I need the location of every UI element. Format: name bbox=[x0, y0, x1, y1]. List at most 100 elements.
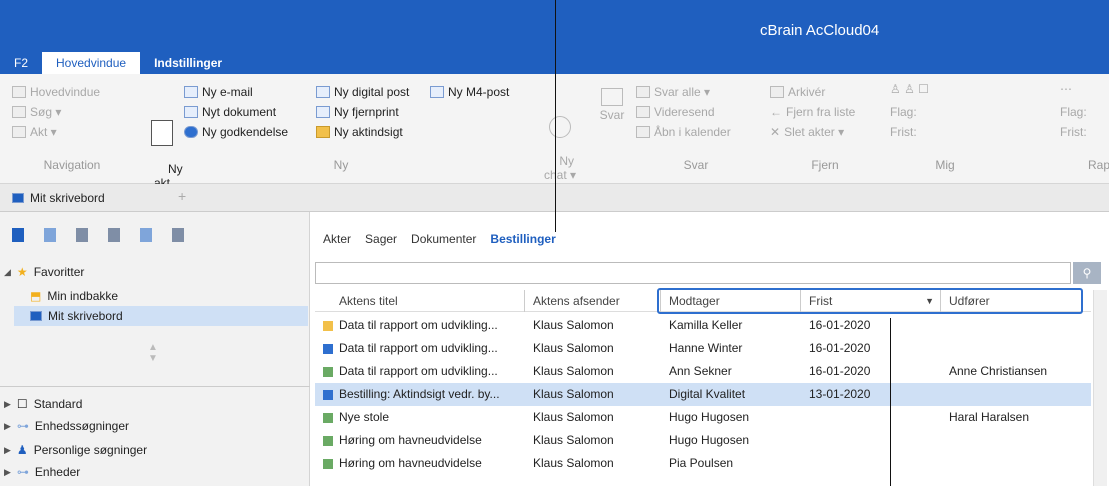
cell-performer: Anne Christiansen bbox=[941, 360, 1071, 383]
new-digital-post-button[interactable]: Ny digital post bbox=[316, 82, 409, 102]
tree-standard[interactable]: ▶ ☐ Standard bbox=[4, 394, 82, 414]
splitter-arrows-icon[interactable]: ▲ ▼ bbox=[148, 342, 158, 364]
copy-icon[interactable] bbox=[108, 228, 120, 242]
hovedvindue-button[interactable]: Hovedvindue bbox=[12, 82, 132, 102]
archive-icon bbox=[770, 86, 784, 98]
inbox-icon: ⬒ bbox=[30, 289, 42, 303]
delete-acts-button[interactable]: ✕ Slet akter ▾ bbox=[770, 122, 880, 142]
tree-min-indbakke[interactable]: ⬒ Min indbakke bbox=[30, 286, 118, 306]
forward-icon bbox=[636, 106, 650, 118]
reply-button[interactable]: Svar bbox=[598, 88, 626, 122]
tree-personal-searches[interactable]: ▶ ♟ Personlige søgninger bbox=[4, 440, 147, 460]
cell-text: Klaus Salomon bbox=[533, 387, 614, 401]
table-row[interactable]: Høring om havneudvidelse Klaus Salomon Hug… bbox=[315, 429, 1091, 452]
new-approval-button[interactable]: Ny godkendelse bbox=[184, 122, 288, 142]
archive-button[interactable]: Arkivér bbox=[770, 82, 880, 102]
tab-indstillinger[interactable]: Indstillinger bbox=[140, 52, 236, 74]
users-icon[interactable] bbox=[140, 228, 152, 242]
ribbon-group-ny: Ny akt Ny e-mail Nyt dokument Ny godkend… bbox=[146, 82, 536, 190]
new-email-button[interactable]: Ny e-mail bbox=[184, 82, 288, 102]
tab-hovedvindue[interactable]: Hovedvindue bbox=[42, 52, 141, 74]
hierarchy-icon[interactable] bbox=[44, 228, 56, 242]
content-tabs: Akter Sager Dokumenter Bestillinger bbox=[323, 232, 556, 246]
group-label: Rap bbox=[1088, 158, 1109, 172]
search-icon[interactable]: ⚲ bbox=[1073, 262, 1101, 284]
cell-text: Data til rapport om udvikling... bbox=[339, 364, 498, 378]
add-tab-button[interactable]: + bbox=[178, 188, 186, 204]
search-input[interactable] bbox=[315, 262, 1071, 284]
ribbon-group-svar: Svar Svar alle ▾ Videresend Åbn i kalend… bbox=[596, 82, 756, 182]
window-title: cBrain AcCloud04 bbox=[760, 22, 880, 39]
cell-title: Data til rapport om udvikling... bbox=[315, 337, 525, 360]
splitter[interactable] bbox=[0, 386, 310, 387]
search-button[interactable]: Søg ▾ bbox=[12, 102, 132, 122]
cell-text: Hugo Hugosen bbox=[669, 410, 750, 424]
cell-text: Digital Kvalitet bbox=[669, 387, 746, 401]
forward-button[interactable]: Videresend bbox=[636, 102, 731, 122]
chat-icon bbox=[549, 116, 571, 138]
document-icon bbox=[323, 320, 333, 331]
remove-from-list-button[interactable]: ← Fjern fra liste bbox=[770, 102, 880, 122]
akt-button[interactable]: Akt ▾ bbox=[12, 122, 132, 142]
due-field[interactable]: Frist: bbox=[890, 122, 1000, 142]
cell-text: Hugo Hugosen bbox=[669, 433, 750, 447]
vertical-scrollbar[interactable] bbox=[1093, 290, 1107, 486]
table-row[interactable]: Nye stole Klaus Salomon Hugo Hugosen Haral … bbox=[315, 406, 1091, 429]
due-field[interactable]: Frist: bbox=[1060, 122, 1109, 142]
star-icon: ★ bbox=[16, 265, 28, 279]
table-row[interactable]: Bestilling: Aktindsigt vedr. by... Klaus … bbox=[315, 383, 1091, 406]
table-row[interactable]: Høring om havneudvidelse Klaus Salomon Pia… bbox=[315, 452, 1091, 475]
cell-text: Anne Christiansen bbox=[949, 364, 1048, 378]
cell-text: Klaus Salomon bbox=[533, 364, 614, 378]
tab-f2[interactable]: F2 bbox=[0, 52, 42, 74]
table-row[interactable]: Data til rapport om udvikling... Klaus Sa… bbox=[315, 314, 1091, 337]
hierarchy-icon: ⊶ bbox=[16, 465, 29, 479]
cell-due: 16-01-2020 bbox=[801, 360, 941, 383]
list-icon[interactable] bbox=[76, 228, 88, 242]
document-icon bbox=[323, 412, 333, 423]
table-row[interactable]: Data til rapport om udvikling... Klaus Sa… bbox=[315, 337, 1091, 360]
person-icon: ♙ ♙ ☐ bbox=[890, 82, 929, 96]
cell-text: Klaus Salomon bbox=[533, 318, 614, 332]
document-icon bbox=[12, 126, 26, 138]
tab-akter[interactable]: Akter bbox=[323, 232, 351, 246]
new-remote-print-button[interactable]: Ny fjernprint bbox=[316, 102, 409, 122]
document-icon bbox=[323, 366, 333, 377]
hierarchy-icon: ⊶ bbox=[16, 419, 29, 433]
table-row[interactable]: Data til rapport om udvikling... Klaus Sa… bbox=[315, 360, 1091, 383]
flag-field[interactable]: Flag: bbox=[890, 102, 1000, 122]
delete-icon: ✕ bbox=[770, 125, 781, 139]
expand-arrow-icon: ◢ bbox=[4, 267, 11, 277]
folder-icon[interactable] bbox=[172, 228, 184, 242]
tab-bestillinger[interactable]: Bestillinger bbox=[490, 232, 555, 246]
reply-all-button[interactable]: Svar alle ▾ bbox=[636, 82, 731, 102]
cell-text: Haral Haralsen bbox=[949, 410, 1030, 424]
tree-unit-searches[interactable]: ▶ ⊶ Enhedssøgninger bbox=[4, 416, 129, 436]
cell-text: Nye stole bbox=[339, 410, 390, 424]
new-access-request-button[interactable]: Ny aktindsigt bbox=[316, 122, 409, 142]
cell-text: Høring om havneudvidelse bbox=[339, 456, 482, 470]
email-icon bbox=[184, 86, 198, 98]
column-header-title[interactable]: Aktens titel bbox=[315, 290, 525, 312]
tree-mit-skrivebord[interactable]: Mit skrivebord bbox=[14, 306, 308, 326]
collapsed-arrow-icon: ▶ bbox=[4, 467, 11, 477]
open-calendar-button[interactable]: Åbn i kalender bbox=[636, 122, 731, 142]
column-header-sender[interactable]: Aktens afsender bbox=[525, 290, 661, 312]
tab-mit-skrivebord[interactable]: Mit skrivebord bbox=[12, 188, 105, 208]
tab-sager[interactable]: Sager bbox=[365, 232, 397, 246]
new-chat-button[interactable]: Ny chat ▾ bbox=[540, 88, 580, 196]
tree-favorites[interactable]: ◢ ★ Favoritter bbox=[4, 262, 84, 282]
document-icon[interactable] bbox=[12, 228, 24, 242]
callout-line bbox=[890, 318, 891, 486]
access-icon bbox=[316, 126, 330, 138]
tree-units[interactable]: ▶ ⊶ Enheder bbox=[4, 462, 80, 482]
cell-due: 16-01-2020 bbox=[801, 314, 941, 337]
desktop-icon bbox=[30, 311, 42, 321]
new-document-button[interactable]: Nyt dokument bbox=[184, 102, 288, 122]
cell-text: Hanne Winter bbox=[669, 341, 743, 355]
tab-dokumenter[interactable]: Dokumenter bbox=[411, 232, 476, 246]
cell-performer bbox=[941, 383, 1071, 406]
table-body: Data til rapport om udvikling... Klaus Sa… bbox=[315, 314, 1091, 475]
new-m4-post-button[interactable]: Ny M4-post bbox=[430, 82, 509, 102]
flag-field[interactable]: Flag: bbox=[1060, 102, 1109, 122]
